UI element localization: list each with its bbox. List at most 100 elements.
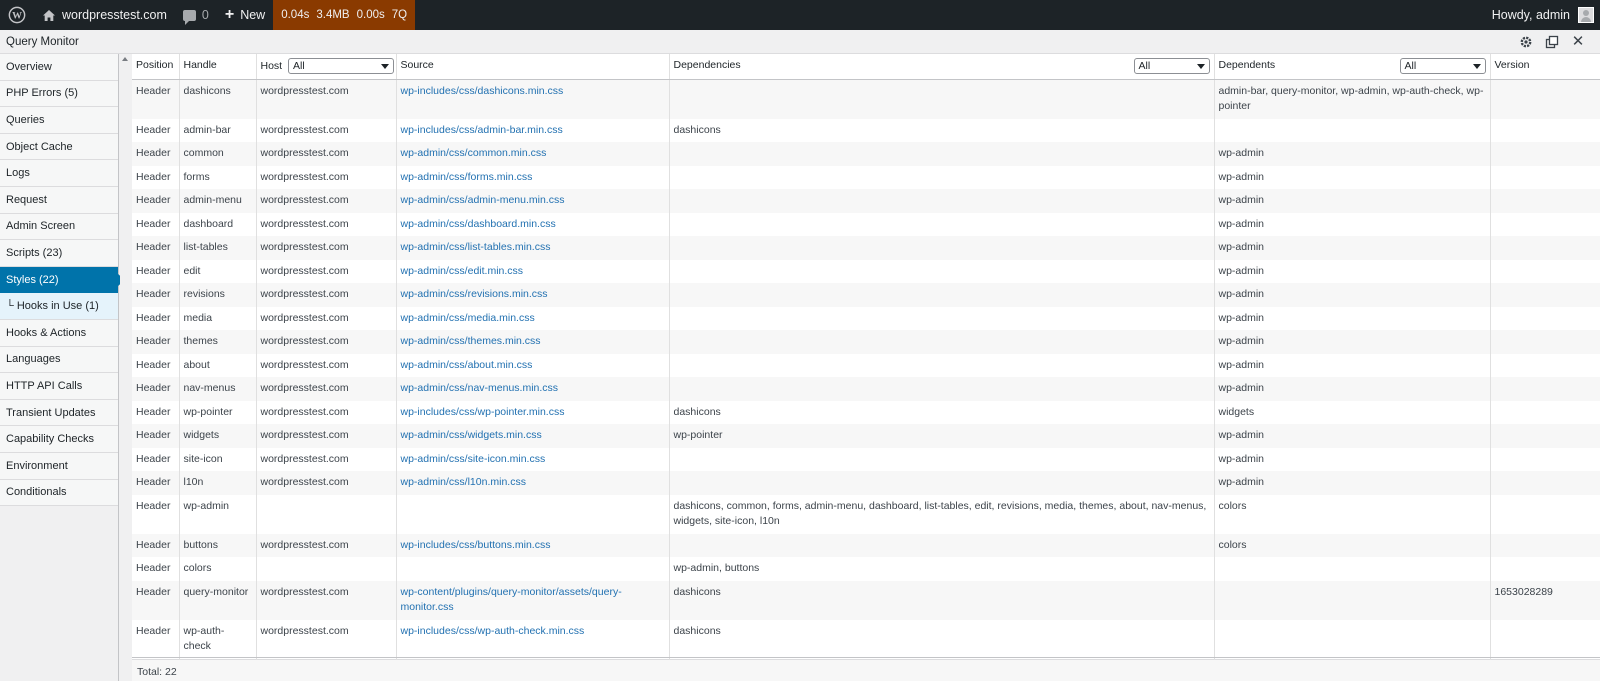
cell-version	[1490, 189, 1600, 213]
comment-bubble-icon	[182, 9, 196, 25]
host-filter-select[interactable]: All	[288, 58, 395, 74]
table-row: Header l10n wordpresstest.com wp-admin/css/…	[132, 471, 1600, 495]
cell-dependents: wp-admin	[1214, 142, 1491, 166]
close-icon[interactable]: ✕	[1570, 34, 1586, 50]
sidebar-item-scripts-23[interactable]: Scripts (23)	[0, 240, 118, 267]
col-dependents: Dependents All	[1214, 54, 1491, 80]
sidebar-item-transient-updates[interactable]: Transient Updates	[0, 399, 118, 427]
cell-position: Header	[132, 306, 180, 330]
cell-source[interactable]: wp-admin/css/site-icon.min.css	[396, 447, 670, 471]
cell-dependents: wp-admin	[1214, 259, 1491, 283]
site-name-link[interactable]: wordpresstest.com	[34, 0, 175, 30]
sidebar-item-conditionals[interactable]: Conditionals	[0, 479, 118, 507]
sidebar-item-admin-screen[interactable]: Admin Screen	[0, 213, 118, 241]
cell-source[interactable]: wp-admin/css/admin-menu.min.css	[396, 189, 670, 213]
table-row: Header widgets wordpresstest.com wp-admin/c…	[132, 424, 1600, 448]
cell-source[interactable]: wp-includes/css/dashicons.min.css	[396, 79, 670, 119]
cell-version	[1490, 118, 1600, 142]
cell-version: 1653028289	[1490, 580, 1600, 620]
sidebar-item-php-errors-5[interactable]: PHP Errors (5)	[0, 80, 118, 108]
cell-position: Header	[132, 400, 180, 424]
cell-handle: dashicons	[179, 79, 257, 119]
cell-dependents: wp-admin	[1214, 165, 1491, 189]
col-handle[interactable]: Handle	[179, 54, 257, 80]
my-account-menu[interactable]: Howdy, admin	[1484, 0, 1600, 30]
cell-version	[1490, 353, 1600, 377]
sidebar-item-overview[interactable]: Overview	[0, 54, 118, 81]
cell-dependencies	[669, 165, 1215, 189]
cell-handle: revisions	[179, 283, 257, 307]
cell-source[interactable]: wp-admin/css/about.min.css	[396, 353, 670, 377]
qm-time: 0.04s	[281, 9, 310, 21]
host-filter-value: All	[293, 60, 305, 72]
cell-source[interactable]: wp-admin/css/media.min.css	[396, 306, 670, 330]
cell-handle: forms	[179, 165, 257, 189]
sidebar-item-object-cache[interactable]: Object Cache	[0, 133, 118, 161]
scroll-up-arrow-icon[interactable]	[120, 56, 130, 66]
qm-queries: 7Q	[391, 9, 408, 21]
cell-handle: nav-menus	[179, 377, 257, 401]
comments-link[interactable]: 0	[175, 0, 217, 30]
total-count: Total: 22	[132, 658, 1600, 681]
cell-position: Header	[132, 447, 180, 471]
table-row: Header list-tables wordpresstest.com wp-adm…	[132, 236, 1600, 260]
cell-source[interactable]: wp-includes/css/admin-bar.min.css	[396, 118, 670, 142]
cell-source[interactable]: wp-admin/css/revisions.min.css	[396, 283, 670, 307]
cell-source[interactable]: wp-admin/css/dashboard.min.css	[396, 212, 670, 236]
cell-source[interactable]: wp-includes/css/buttons.min.css	[396, 533, 670, 557]
dependents-filter-select[interactable]: All	[1399, 58, 1486, 74]
cell-host	[256, 557, 397, 581]
cell-host: wordpresstest.com	[256, 236, 397, 260]
cell-dependencies	[669, 189, 1215, 213]
dependencies-filter-select[interactable]: All	[1133, 58, 1210, 74]
cell-source[interactable]: wp-admin/css/common.min.css	[396, 142, 670, 166]
sidebar-item-request[interactable]: Request	[0, 186, 118, 214]
cell-dependents: wp-admin	[1214, 212, 1491, 236]
col-position[interactable]: Position	[132, 54, 180, 80]
sidebar-item-hooks-actions[interactable]: Hooks & Actions	[0, 319, 118, 347]
cell-handle: themes	[179, 330, 257, 354]
table-row: Header forms wordpresstest.com wp-admin/css…	[132, 165, 1600, 189]
cell-host: wordpresstest.com	[256, 189, 397, 213]
cell-version	[1490, 142, 1600, 166]
cell-dependencies	[669, 471, 1215, 495]
dependents-filter-value: All	[1404, 60, 1417, 72]
wordpress-logo-button[interactable]: W	[0, 0, 34, 30]
new-content-button[interactable]: + New	[217, 0, 273, 30]
cell-position: Header	[132, 557, 180, 581]
cell-handle: admin-menu	[179, 189, 257, 213]
cell-host: wordpresstest.com	[256, 142, 397, 166]
sidebar-item-styles-22[interactable]: Styles (22)	[0, 266, 125, 294]
gear-icon[interactable]	[1518, 34, 1534, 50]
sidebar-item-capability-checks[interactable]: Capability Checks	[0, 426, 118, 453]
cell-source[interactable]: wp-includes/css/wp-pointer.min.css	[396, 400, 670, 424]
cell-position: Header	[132, 533, 180, 557]
cell-source[interactable]: wp-admin/css/nav-menus.min.css	[396, 377, 670, 401]
cell-source[interactable]: wp-admin/css/list-tables.min.css	[396, 236, 670, 260]
cell-source[interactable]: wp-admin/css/themes.min.css	[396, 330, 670, 354]
cell-handle: common	[179, 142, 257, 166]
cell-handle: site-icon	[179, 447, 257, 471]
cell-handle: dashboard	[179, 212, 257, 236]
sidebar-item-logs[interactable]: Logs	[0, 160, 118, 187]
cell-source[interactable]: wp-admin/css/edit.min.css	[396, 259, 670, 283]
cell-dependents: colors	[1214, 533, 1491, 557]
cell-handle: edit	[179, 259, 257, 283]
sidebar-item-hooks-in-use-1[interactable]: └ Hooks in Use (1)	[0, 293, 118, 320]
query-monitor-stats-button[interactable]: 0.04s 3.4MB 0.00s 7Q	[273, 0, 416, 30]
sidebar-item-languages[interactable]: Languages	[0, 346, 118, 374]
cell-source[interactable]: wp-includes/css/wp-auth-check.min.css	[396, 619, 670, 659]
cell-host: wordpresstest.com	[256, 259, 397, 283]
cell-source[interactable]: wp-admin/css/forms.min.css	[396, 165, 670, 189]
pop-out-icon[interactable]	[1544, 34, 1560, 50]
sidebar-item-queries[interactable]: Queries	[0, 107, 118, 134]
sidebar-item-environment[interactable]: Environment	[0, 452, 118, 480]
cell-dependents	[1214, 557, 1491, 581]
cell-source[interactable]: wp-admin/css/l10n.min.css	[396, 471, 670, 495]
table-row: Header query-monitor wordpresstest.com wp-c…	[132, 580, 1600, 620]
cell-version	[1490, 400, 1600, 424]
cell-dependencies	[669, 283, 1215, 307]
cell-source[interactable]: wp-content/plugins/query-monitor/assets/…	[396, 580, 670, 620]
cell-source[interactable]: wp-admin/css/widgets.min.css	[396, 424, 670, 448]
sidebar-item-http-api-calls[interactable]: HTTP API Calls	[0, 373, 118, 400]
